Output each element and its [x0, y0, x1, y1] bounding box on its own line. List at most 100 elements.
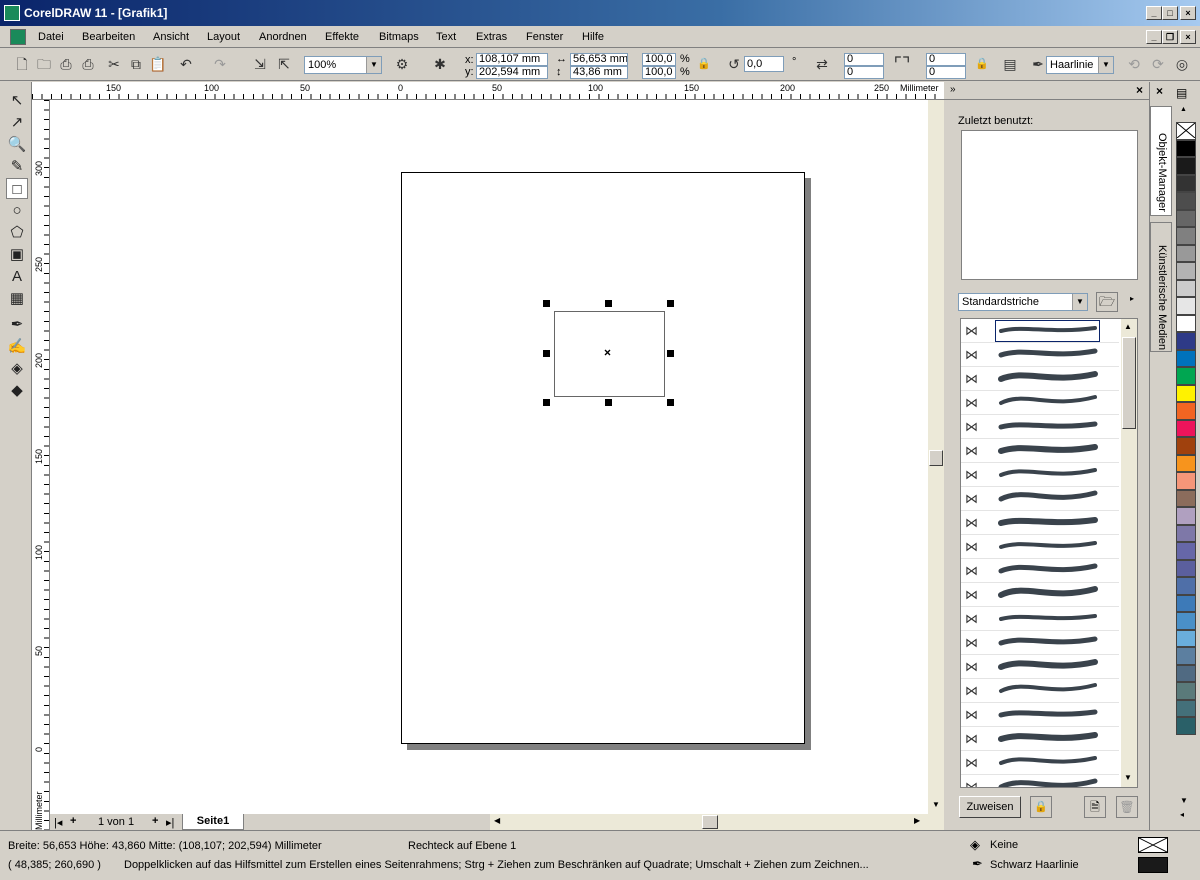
text-tool-icon[interactable]: A [6, 266, 28, 287]
doc-minimize-button[interactable]: _ [1146, 30, 1162, 44]
scroll-up-icon[interactable]: ▲ [1124, 322, 1132, 331]
menu-ansicht[interactable]: Ansicht [153, 31, 189, 43]
stroke-row[interactable]: ⋈ [961, 583, 1119, 607]
stroke-row[interactable]: ⋈ [961, 343, 1119, 367]
corner-radius-4[interactable]: 0 [926, 66, 966, 79]
palette-swatch[interactable] [1176, 594, 1196, 612]
palette-swatch[interactable] [1176, 647, 1196, 665]
menu-fenster[interactable]: Fenster [526, 31, 563, 43]
palette-swatch[interactable] [1176, 402, 1196, 420]
apply-button[interactable]: Zuweisen [959, 796, 1021, 818]
maximize-button[interactable]: □ [1162, 6, 1178, 20]
palette-swatch[interactable] [1176, 437, 1196, 455]
new-document-icon[interactable]: 🗋 [12, 54, 32, 74]
ellipse-tool-icon[interactable]: ○ [6, 200, 28, 221]
menu-bitmaps[interactable]: Bitmaps [379, 31, 419, 43]
cut-icon[interactable]: ✂ [104, 54, 124, 74]
stroke-row[interactable]: ⋈ [961, 535, 1119, 559]
stroke-row[interactable]: ⋈ [961, 631, 1119, 655]
palette-swatch[interactable] [1176, 332, 1196, 350]
palette-swatch[interactable] [1176, 419, 1196, 437]
stroke-row[interactable]: ⋈ [961, 487, 1119, 511]
palette-swatch[interactable] [1176, 629, 1196, 647]
fill-tool-icon[interactable]: ◈ [6, 358, 28, 379]
palette-swatch[interactable] [1176, 314, 1196, 332]
palette-menu-icon[interactable]: ▤ [1176, 86, 1187, 100]
flyout-arrow-icon[interactable]: ▸ [1130, 294, 1134, 303]
stroke-row[interactable]: ⋈ [961, 655, 1119, 679]
stroke-row[interactable]: ⋈ [961, 703, 1119, 727]
palette-swatch[interactable] [1176, 524, 1196, 542]
wrap-text-icon[interactable]: ▤ [1000, 54, 1020, 74]
scroll-down-icon[interactable]: ▼ [1124, 773, 1132, 782]
convert-to-curves-icon[interactable]: ⟲ [1124, 54, 1144, 74]
docker-close-icon[interactable]: × [1136, 83, 1143, 97]
tab-object-manager[interactable]: Objekt-Manager [1150, 106, 1172, 216]
tabs-close-icon[interactable]: × [1156, 84, 1163, 98]
width-field[interactable]: 56,653 mm [570, 53, 628, 66]
expand-icon[interactable]: » [950, 84, 956, 95]
stroke-row[interactable]: ⋈ [961, 415, 1119, 439]
palette-no-color-swatch[interactable] [1176, 122, 1196, 140]
palette-scroll-up-icon[interactable]: ▲ [1180, 106, 1187, 113]
stroke-row[interactable]: ⋈ [961, 607, 1119, 631]
doc-close-button[interactable]: × [1180, 30, 1196, 44]
scroll-thumb[interactable] [702, 815, 718, 829]
mirror-icon[interactable]: ⇄ [812, 54, 832, 74]
palette-swatch[interactable] [1176, 297, 1196, 315]
stroke-list-scrollbar[interactable]: ▲ ▼ [1121, 319, 1137, 787]
palette-swatch[interactable] [1176, 262, 1196, 280]
palette-swatch[interactable] [1176, 139, 1196, 157]
palette-swatch[interactable] [1176, 682, 1196, 700]
stroke-row[interactable]: ⋈ [961, 511, 1119, 535]
corner-radius-2[interactable]: 0 [844, 66, 884, 79]
palette-swatch[interactable] [1176, 174, 1196, 192]
palette-swatch[interactable] [1176, 157, 1196, 175]
vertical-scrollbar[interactable]: ▼ [928, 100, 944, 830]
stroke-row[interactable]: ⋈ [961, 439, 1119, 463]
horizontal-scrollbar[interactable]: ◀ ▶ [490, 814, 928, 830]
outline-color-swatch[interactable] [1138, 857, 1168, 873]
first-page-icon[interactable]: |◂ [54, 816, 62, 829]
stroke-list[interactable]: ⋈ ⋈ ⋈ ⋈ ⋈ ⋈ ⋈ ⋈ ⋈ ⋈ ⋈ ⋈ ⋈ ⋈ ⋈ ⋈ ⋈ ⋈ ⋈ ⋈ ▲ ▼ [960, 318, 1138, 788]
y-position-field[interactable]: 202,594 mm [476, 66, 548, 79]
coreldraw-app-icon[interactable] [4, 5, 20, 21]
palette-swatch[interactable] [1176, 507, 1196, 525]
palette-swatch[interactable] [1176, 454, 1196, 472]
scale-y-field[interactable]: 100,0 [642, 66, 676, 79]
import-icon[interactable]: ⇲ [250, 54, 270, 74]
stroke-category-combo[interactable]: Standardstriche ▼ [958, 293, 1088, 311]
palette-scroll-down-icon[interactable]: ▼ [1180, 796, 1188, 805]
lock-icon[interactable]: 🔒 [1030, 796, 1052, 818]
shape-tool-icon[interactable]: ⟳ [1148, 54, 1168, 74]
drawing-canvas[interactable] [50, 100, 928, 814]
stroke-row[interactable]: ⋈ [961, 559, 1119, 583]
menu-text[interactable]: Text [436, 31, 456, 43]
rotation-field[interactable]: 0,0 [744, 56, 784, 72]
palette-swatch[interactable] [1176, 209, 1196, 227]
polygon-tool-icon[interactable]: ⬠ [6, 222, 28, 243]
x-position-field[interactable]: 108,107 mm [476, 53, 548, 66]
stroke-row[interactable]: ⋈ [961, 319, 1119, 343]
node-edit-icon[interactable]: ◎ [1172, 54, 1192, 74]
scroll-down-icon[interactable]: ▼ [929, 800, 943, 814]
palette-swatch[interactable] [1176, 279, 1196, 297]
basic-shapes-tool-icon[interactable]: ▣ [6, 244, 28, 265]
zoom-combo[interactable]: 100% ▼ [304, 56, 382, 74]
print-icon[interactable]: ⎙ [78, 54, 98, 74]
menu-extras[interactable]: Extras [476, 31, 507, 43]
open-icon[interactable]: 🗀 [34, 54, 54, 74]
fill-none-swatch[interactable] [1138, 837, 1168, 853]
scroll-thumb[interactable] [929, 450, 943, 466]
add-page-before-icon[interactable]: + [70, 815, 76, 827]
stroke-row[interactable]: ⋈ [961, 679, 1119, 703]
document-icon[interactable] [10, 29, 26, 45]
palette-swatch[interactable] [1176, 699, 1196, 717]
zoom-tool-icon[interactable]: 🔍 [6, 134, 28, 155]
menu-datei[interactable]: Datei [38, 31, 64, 43]
palette-swatch[interactable] [1176, 612, 1196, 630]
delete-icon[interactable]: 🗑 [1116, 796, 1138, 818]
palette-swatch[interactable] [1176, 192, 1196, 210]
outline-width-combo[interactable]: Haarlinie ▼ [1046, 56, 1114, 74]
menu-hilfe[interactable]: Hilfe [582, 31, 604, 43]
